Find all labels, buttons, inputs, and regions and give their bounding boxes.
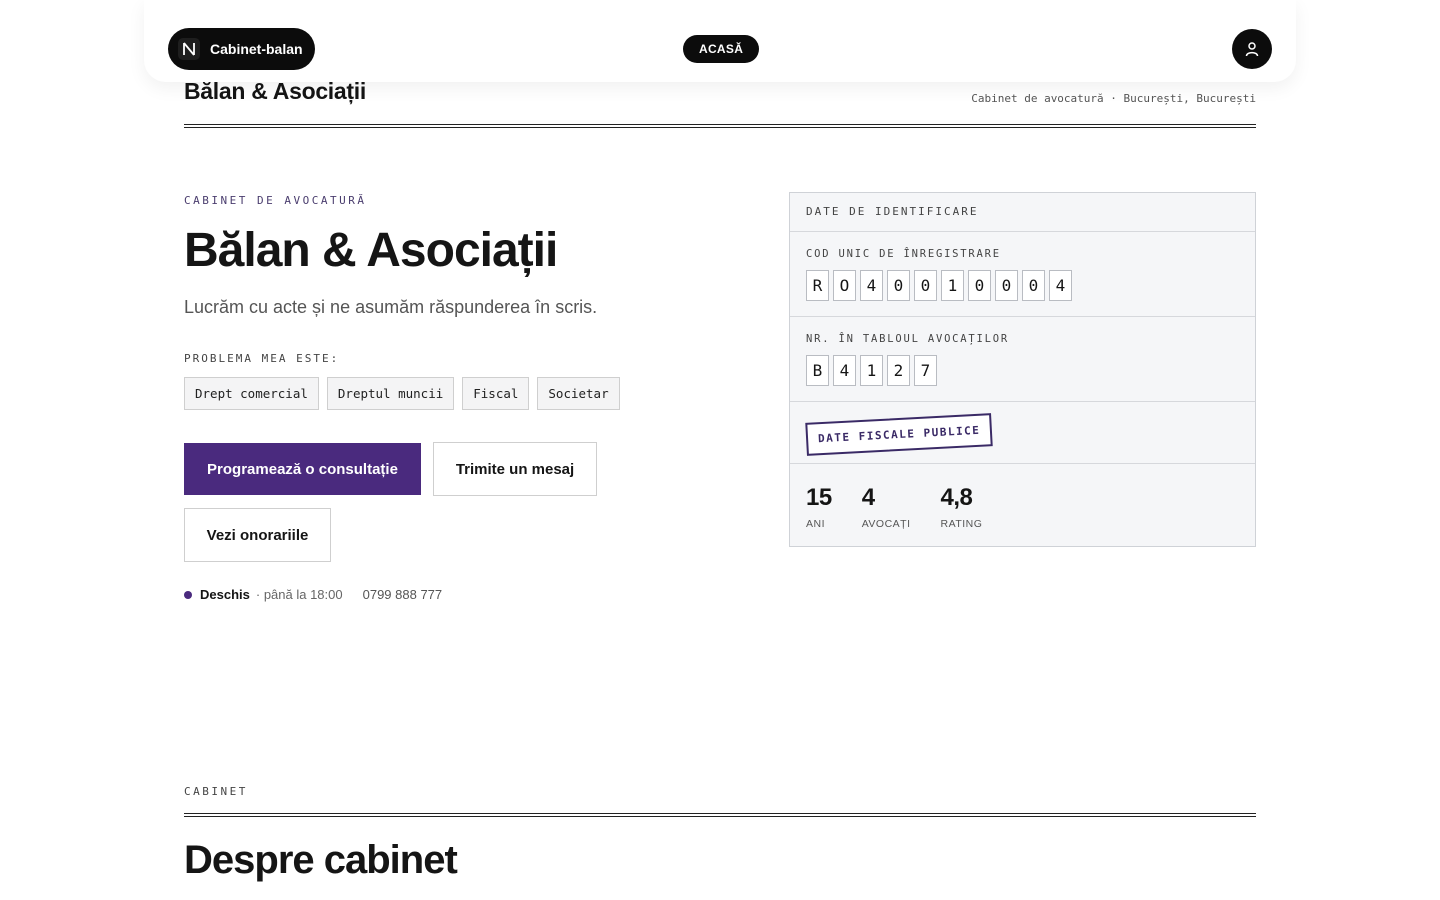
stamp-section: DATE FISCALE PUBLICE <box>790 402 1255 464</box>
bar-digit: 7 <box>914 355 937 386</box>
chip-fiscal[interactable]: Fiscal <box>462 377 530 410</box>
chip-societar[interactable]: Societar <box>537 377 620 410</box>
status-open: Deschis <box>200 587 250 602</box>
stat-years: 15 ANI <box>806 484 832 530</box>
stats-row: 15 ANI 4 AVOCAȚI 4,8 RATING <box>790 464 1255 530</box>
site-name: Bălan & Asociații <box>184 78 366 104</box>
stat-value: 15 <box>806 484 832 511</box>
cui-section: COD UNIC DE ÎNREGISTRARE R O 4 0 0 1 0 0… <box>790 232 1255 317</box>
cui-digit: R <box>806 270 829 301</box>
phone-link[interactable]: 0799 888 777 <box>363 587 443 602</box>
hero-eyebrow: CABINET DE AVOCATURĂ <box>184 194 367 207</box>
brand-logo-icon <box>178 38 200 60</box>
cui-digit: O <box>833 270 856 301</box>
cui-digits: R O 4 0 0 1 0 0 0 4 <box>806 270 1239 301</box>
brand-button[interactable]: Cabinet-balan <box>168 28 315 70</box>
stat-label: RATING <box>940 518 983 530</box>
status-until: · până la 18:00 <box>255 587 343 602</box>
stat-value: 4,8 <box>940 484 973 511</box>
send-message-button[interactable]: Trimite un mesaj <box>433 442 597 496</box>
cui-digit: 0 <box>887 270 910 301</box>
stat-rating: 4,8 RATING <box>941 484 983 530</box>
cui-digit: 0 <box>1022 270 1045 301</box>
cui-digit: 4 <box>860 270 883 301</box>
bar-digit: 2 <box>887 355 910 386</box>
bar-digit: 1 <box>860 355 883 386</box>
cui-digit: 0 <box>995 270 1018 301</box>
cui-digit: 1 <box>941 270 964 301</box>
bar-number-label: NR. ÎN TABLOUL AVOCAȚILOR <box>806 333 1010 345</box>
header-divider <box>184 124 1256 128</box>
book-consultation-button[interactable]: Programează o consultație <box>184 443 421 495</box>
hero-subtitle: Lucrăm cu acte și ne asumăm răspunderea … <box>184 297 598 317</box>
hero-title: Bălan & Asociații <box>184 224 558 277</box>
brand-label: Cabinet-balan <box>210 41 303 57</box>
practice-area-chips: Drept comercial Dreptul muncii Fiscal So… <box>184 377 620 410</box>
problem-label: PROBLEMA MEA ESTE: <box>184 352 340 365</box>
site-location: Cabinet de avocatură · București, Bucure… <box>971 92 1256 105</box>
identification-card: DATE DE IDENTIFICARE COD UNIC DE ÎNREGIS… <box>789 192 1256 547</box>
cui-label: COD UNIC DE ÎNREGISTRARE <box>806 248 1001 260</box>
cui-digit: 0 <box>914 270 937 301</box>
stat-lawyers: 4 AVOCAȚI <box>862 484 911 530</box>
bar-number-section: NR. ÎN TABLOUL AVOCAȚILOR B 4 1 2 7 <box>790 317 1255 402</box>
stat-label: AVOCAȚI <box>861 518 911 530</box>
chip-drept-comercial[interactable]: Drept comercial <box>184 377 319 410</box>
stat-value: 4 <box>861 484 875 511</box>
nav-home-link[interactable]: ACASĂ <box>683 35 760 63</box>
section-divider <box>184 813 1256 817</box>
cui-digit: 4 <box>1049 270 1072 301</box>
opening-status: Deschis · până la 18:00 0799 888 777 <box>184 587 442 602</box>
top-nav: Cabinet-balan ACASĂ <box>144 0 1296 82</box>
bar-number-digits: B 4 1 2 7 <box>806 355 1239 386</box>
card-title: DATE DE IDENTIFICARE <box>790 193 1255 232</box>
stat-label: ANI <box>806 518 826 530</box>
chip-dreptul-muncii[interactable]: Dreptul muncii <box>326 377 455 410</box>
bar-digit: 4 <box>833 355 856 386</box>
bar-digit: B <box>806 355 829 386</box>
public-fiscal-data-stamp: DATE FISCALE PUBLICE <box>805 413 994 456</box>
user-icon <box>1245 42 1259 57</box>
section-title: Despre cabinet <box>184 838 458 882</box>
status-dot-icon <box>184 590 192 599</box>
cui-digit: 0 <box>968 270 991 301</box>
user-account-button[interactable] <box>1232 29 1272 69</box>
section-eyebrow: CABINET <box>184 785 248 798</box>
view-fees-button[interactable]: Vezi onorariile <box>184 508 331 562</box>
